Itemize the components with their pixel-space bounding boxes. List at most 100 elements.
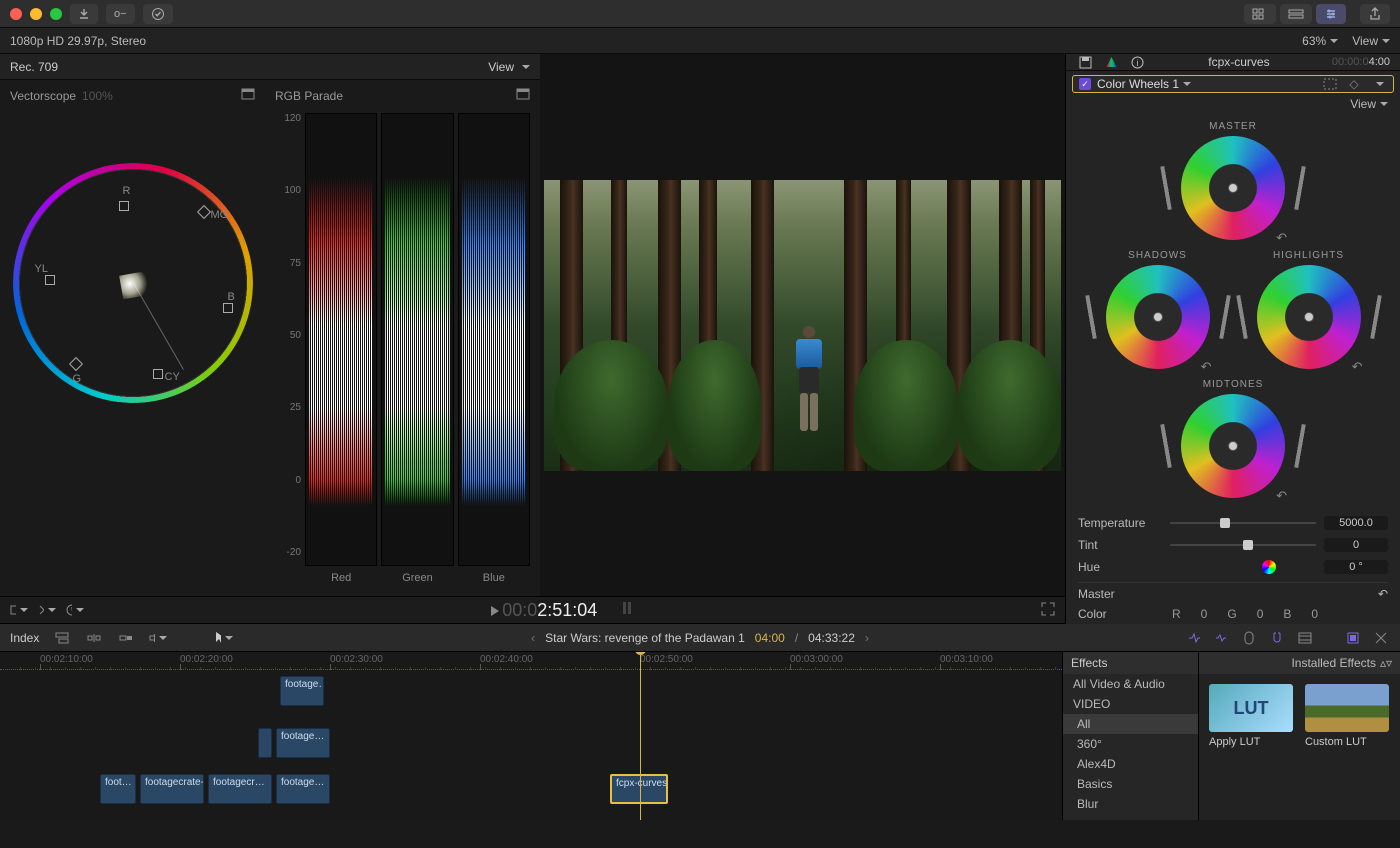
- effect-header[interactable]: ✓ Color Wheels 1 ◇: [1072, 75, 1394, 93]
- insert-clip-icon[interactable]: [85, 630, 103, 646]
- scope-settings-icon[interactable]: [516, 88, 530, 103]
- effects-browser-toggle[interactable]: [1344, 630, 1362, 646]
- effects-category[interactable]: All: [1063, 714, 1198, 734]
- timeline-clip[interactable]: footagecrate-…: [140, 774, 204, 804]
- connect-clip-icon[interactable]: [53, 630, 71, 646]
- effect-item[interactable]: Custom LUT: [1305, 684, 1389, 748]
- background-tasks-button[interactable]: [143, 4, 173, 24]
- minimize-window-icon[interactable]: [30, 8, 42, 20]
- vectorscope-scale: 100%: [82, 89, 113, 103]
- inspector-view-dropdown[interactable]: View: [1350, 97, 1388, 111]
- tint-slider[interactable]: [1170, 544, 1316, 546]
- color-rgb-values[interactable]: R0 G0 B0: [1172, 607, 1318, 621]
- color-tab-icon[interactable]: [1102, 54, 1120, 70]
- timecode-display[interactable]: 00:02:51:04: [502, 600, 608, 621]
- color-wheel-shadows[interactable]: [1106, 265, 1210, 369]
- inspector-toggle-button[interactable]: [1316, 4, 1346, 24]
- audio-skimming-icon[interactable]: [1212, 630, 1230, 646]
- retime-menu[interactable]: [66, 602, 84, 618]
- effects-category[interactable]: Blur: [1063, 794, 1198, 814]
- save-effect-icon[interactable]: [1076, 54, 1094, 70]
- ruler-tick: 00:03:10:00: [940, 654, 993, 665]
- play-icon[interactable]: [491, 606, 499, 616]
- timeline-ruler[interactable]: 00:02:10:0000:02:20:0000:02:30:0000:02:4…: [0, 652, 1062, 670]
- color-wheel-highlights[interactable]: [1257, 265, 1361, 369]
- format-info-bar: 1080p HD 29.97p, Stereo 63% View: [0, 28, 1400, 54]
- viewer-view-dropdown[interactable]: View: [1352, 34, 1390, 48]
- effects-filter-dropdown[interactable]: Installed Effects: [1291, 656, 1376, 670]
- reset-icon[interactable]: ↶: [1352, 359, 1363, 375]
- select-tool[interactable]: [215, 630, 233, 646]
- parade-y-axis: 120 100 75 50 25 0 -20: [275, 113, 301, 558]
- effects-category[interactable]: 360°: [1063, 734, 1198, 754]
- color-wheel-master[interactable]: [1181, 136, 1285, 240]
- reset-icon[interactable]: ↶: [1378, 587, 1388, 601]
- transitions-browser-toggle[interactable]: [1372, 630, 1390, 646]
- viewer[interactable]: [540, 54, 1065, 596]
- inspector-panel: i fcpx-curves 00:00:04:00 ✓ Color Wheels…: [1065, 54, 1400, 624]
- effect-item[interactable]: LUTApply LUT: [1209, 684, 1293, 748]
- timeline[interactable]: 00:02:10:0000:02:20:0000:02:30:0000:02:4…: [0, 652, 1062, 820]
- overwrite-clip-icon[interactable]: [149, 630, 167, 646]
- effect-enable-checkbox[interactable]: ✓: [1079, 78, 1091, 90]
- timeline-clip[interactable]: fcpx-curves: [610, 774, 668, 804]
- keyframe-icon[interactable]: ◇: [1345, 76, 1363, 92]
- scope-settings-icon[interactable]: [241, 88, 255, 103]
- zoom-window-icon[interactable]: [50, 8, 62, 20]
- effects-category[interactable]: All Video & Audio: [1063, 674, 1198, 694]
- snapping-icon[interactable]: [1268, 630, 1286, 646]
- project-position: 04:00: [755, 631, 785, 645]
- audio-meters-icon[interactable]: [622, 600, 634, 619]
- effects-category[interactable]: Basics: [1063, 774, 1198, 794]
- info-tab-icon[interactable]: i: [1128, 54, 1146, 70]
- effects-category[interactable]: VIDEO: [1063, 694, 1198, 714]
- reset-icon[interactable]: ↶: [1276, 488, 1287, 504]
- timeline-index-button[interactable]: Index: [10, 631, 39, 645]
- mask-icon[interactable]: [1321, 76, 1339, 92]
- effect-thumbnail: [1305, 684, 1389, 732]
- video-scopes-panel: Rec. 709 View Vectorscope 100%: [0, 54, 540, 596]
- append-clip-icon[interactable]: [117, 630, 135, 646]
- solo-icon[interactable]: [1240, 630, 1258, 646]
- timeline-layout-menu[interactable]: [10, 602, 28, 618]
- format-label: 1080p HD 29.97p, Stereo: [10, 34, 146, 48]
- scopes-view-dropdown[interactable]: View: [488, 60, 530, 74]
- vectorscope-panel: Vectorscope 100% R: [0, 80, 265, 596]
- tint-value[interactable]: 0: [1324, 538, 1388, 552]
- reset-icon[interactable]: ↶: [1276, 230, 1287, 246]
- timeline-clip[interactable]: foot…: [100, 774, 136, 804]
- fullscreen-icon[interactable]: [1041, 602, 1055, 619]
- close-window-icon[interactable]: [10, 8, 22, 20]
- trim-tool-menu[interactable]: [38, 602, 56, 618]
- hue-rotary[interactable]: [1262, 560, 1276, 574]
- parade-green: [381, 113, 453, 566]
- keyword-button[interactable]: o−: [106, 4, 135, 24]
- hue-value[interactable]: 0 °: [1324, 560, 1388, 574]
- effect-name-dropdown[interactable]: Color Wheels 1: [1097, 77, 1315, 91]
- project-title[interactable]: Star Wars: revenge of the Padawan 1: [545, 631, 745, 645]
- timeline-clip[interactable]: footage…: [276, 774, 330, 804]
- timeline-clip[interactable]: footage…: [280, 676, 324, 706]
- effects-browser: Effects All Video & AudioVIDEOAll360°Ale…: [1062, 652, 1400, 820]
- timeline-toggle-button[interactable]: [1280, 4, 1312, 24]
- ruler-tick: 00:02:50:00: [640, 654, 693, 665]
- skimming-icon[interactable]: [1184, 630, 1202, 646]
- reset-icon[interactable]: ↶: [1201, 359, 1212, 375]
- timeline-clip[interactable]: [258, 728, 272, 758]
- playhead[interactable]: [640, 652, 641, 820]
- browser-toggle-button[interactable]: [1244, 4, 1276, 24]
- color-wheel-midtones[interactable]: [1181, 394, 1285, 498]
- timeline-clip[interactable]: footagecr…: [208, 774, 272, 804]
- ruler-tick: 00:03:00:00: [790, 654, 843, 665]
- timeline-clip[interactable]: footage…: [276, 728, 330, 758]
- temperature-value[interactable]: 5000.0: [1324, 516, 1388, 530]
- effect-reset-menu[interactable]: [1369, 76, 1387, 92]
- temperature-slider[interactable]: [1170, 522, 1316, 524]
- rgb-parade-panel: RGB Parade 120 100 75 50 25: [265, 80, 540, 596]
- effects-category[interactable]: Alex4D: [1063, 754, 1198, 774]
- import-button[interactable]: [70, 4, 98, 24]
- parade-red: [305, 113, 377, 566]
- lane-icon[interactable]: [1296, 630, 1314, 646]
- share-button[interactable]: [1360, 4, 1390, 24]
- zoom-dropdown[interactable]: 63%: [1302, 34, 1338, 48]
